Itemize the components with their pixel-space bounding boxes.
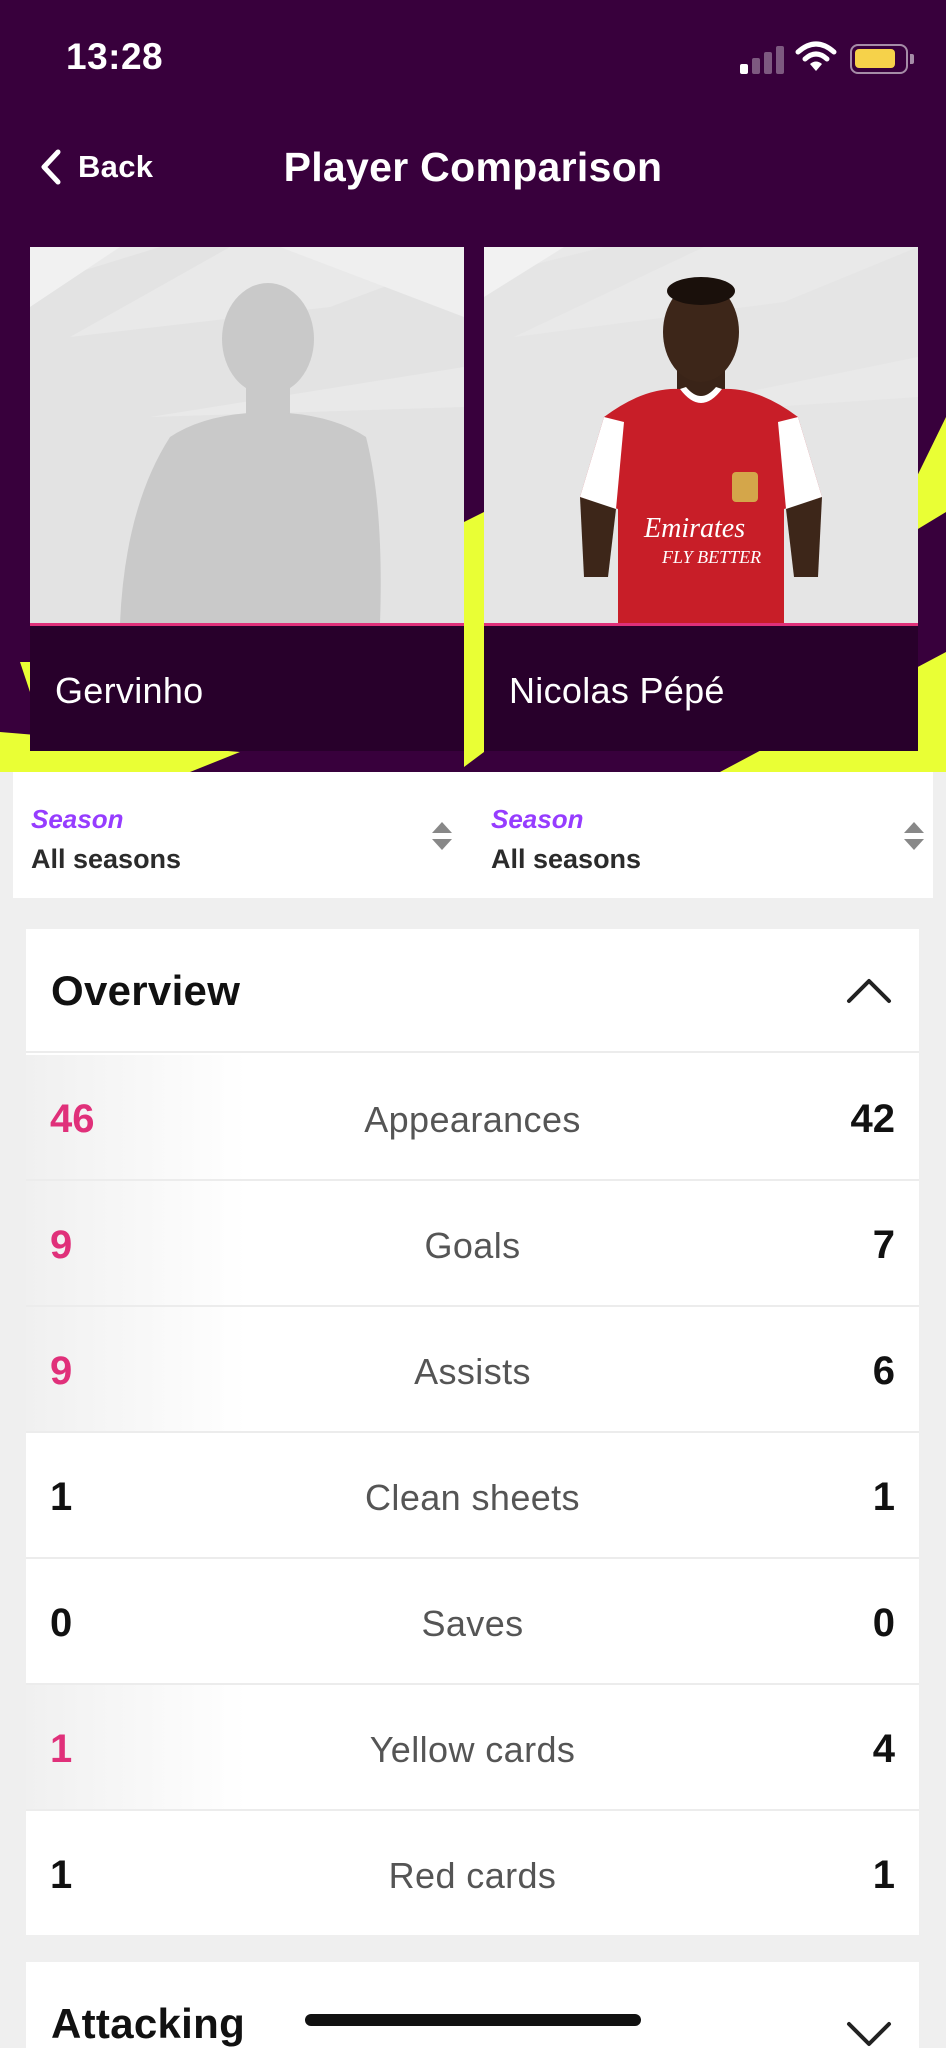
stat-label: Goals — [424, 1225, 521, 1266]
player-photo: Emirates FLY BETTER — [484, 247, 918, 623]
stat-right-value: 7 — [872, 1223, 895, 1267]
stat-label: Appearances — [364, 1099, 581, 1140]
status-time: 13:28 — [66, 36, 164, 77]
stat-label: Saves — [421, 1603, 524, 1644]
stat-label: Yellow cards — [369, 1729, 576, 1770]
attacking-header[interactable]: Attacking — [26, 1962, 919, 2048]
attacking-section: Attacking — [26, 1962, 919, 2048]
stat-right-value: 42 — [850, 1097, 896, 1141]
season-value: All seasons — [31, 844, 182, 874]
stat-label: Clean sheets — [365, 1477, 580, 1518]
battery-icon — [850, 44, 914, 74]
player-card-right[interactable]: Emirates FLY BETTER Nicolas Pépé — [484, 247, 918, 751]
season-label: Season — [31, 804, 124, 834]
season-selector-right[interactable]: Season All seasons — [473, 772, 933, 898]
player-name: Nicolas Pépé — [509, 670, 725, 711]
overview-section: Overview 46 Appearances 42 9 Goals 7 9 Assists 6… — [26, 929, 919, 1935]
shirt-sponsor: Emirates — [643, 513, 745, 544]
stat-right-value: 6 — [872, 1349, 895, 1393]
stat-row: 1 Clean sheets 1 — [26, 1433, 919, 1559]
season-selector-bar: Season All seasons Season All seasons — [13, 772, 933, 898]
stat-row: 1 Yellow cards 4 — [26, 1685, 919, 1811]
stat-row: 9 Assists 6 — [26, 1307, 919, 1433]
section-title: Attacking — [51, 2000, 246, 2047]
stat-row: 9 Goals 7 — [26, 1181, 919, 1307]
shirt-sponsor-sub: FLY BETTER — [661, 547, 761, 567]
nav-bar: Back Player Comparison — [0, 116, 946, 222]
sort-arrows-icon — [904, 822, 924, 850]
player-name-area: Gervinho — [30, 626, 464, 751]
season-value: All seasons — [491, 844, 642, 874]
section-title: Overview — [51, 967, 241, 1014]
chevron-down-icon — [847, 2022, 891, 2046]
wifi-icon — [795, 41, 837, 71]
player-photo-placeholder — [30, 247, 464, 623]
stat-row: 0 Saves 0 — [26, 1559, 919, 1685]
season-selector-left[interactable]: Season All seasons — [13, 772, 473, 898]
overview-header[interactable]: Overview — [26, 929, 919, 1053]
player-name-area: Nicolas Pépé — [484, 626, 918, 751]
stat-row: 1 Red cards 1 — [26, 1811, 919, 1937]
status-bar: 13:28 — [0, 0, 946, 116]
stat-row: 46 Appearances 42 — [26, 1055, 919, 1181]
home-indicator[interactable] — [305, 2014, 641, 2026]
sort-arrows-icon — [432, 822, 452, 850]
page-title: Player Comparison — [283, 144, 663, 190]
player-card-left[interactable]: Gervinho — [30, 247, 464, 751]
stat-right-value: 1 — [872, 1475, 895, 1519]
player-name: Gervinho — [55, 670, 204, 711]
stat-right-value: 1 — [872, 1853, 895, 1897]
stat-label: Assists — [414, 1351, 531, 1392]
stat-right-value: 0 — [872, 1601, 895, 1645]
season-label: Season — [491, 804, 584, 834]
stat-label: Red cards — [388, 1855, 557, 1896]
stat-right-value: 4 — [872, 1727, 895, 1771]
cellular-signal-icon — [740, 44, 786, 74]
chevron-up-icon — [847, 979, 891, 1003]
